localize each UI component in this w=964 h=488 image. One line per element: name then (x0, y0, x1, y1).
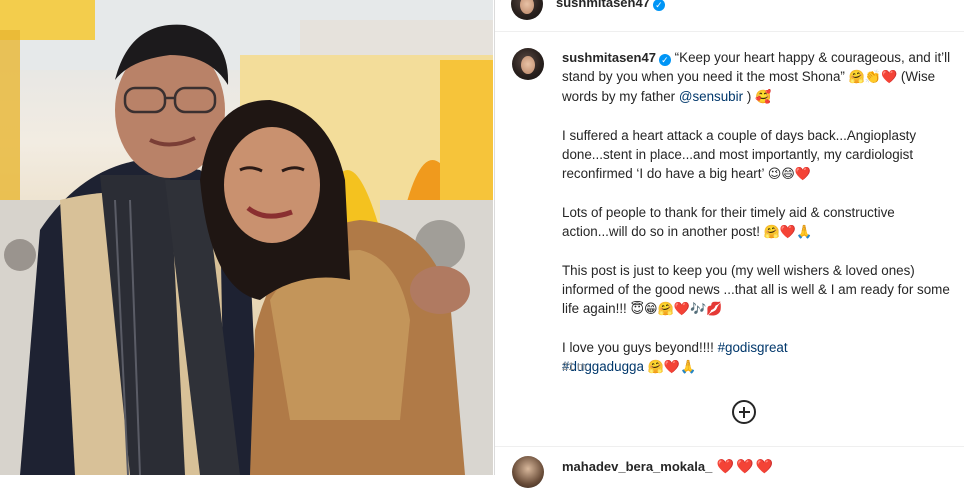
post-timestamp[interactable]: 21 m (562, 361, 586, 373)
verified-badge-icon: ✓ (658, 54, 671, 66)
comment-text: ❤️❤️❤️ (716, 459, 776, 475)
attribution-emoji: 🥰 (755, 90, 772, 105)
caption-avatar[interactable] (512, 48, 544, 80)
caption-paragraph-2: I suffered a heart attack a couple of da… (562, 128, 917, 181)
comment-username[interactable]: mahadev_bera_mokala_ (562, 459, 712, 474)
header-username[interactable]: sushmitasen47 (556, 0, 650, 10)
comment-body: mahadev_bera_mokala_ ❤️❤️❤️ (562, 458, 775, 476)
paragraph-5-emojis: 🤗❤️🙏 (647, 360, 697, 375)
caption-username[interactable]: sushmitasen47 (562, 50, 656, 65)
paragraph-3-emojis: 🤗❤️🙏 (763, 225, 813, 240)
header-username-row: sushmitasen47 ✓ (556, 0, 665, 12)
caption-paragraph-3: Lots of people to thank for their timely… (562, 205, 895, 239)
author-avatar[interactable] (511, 0, 543, 20)
paragraph-2-emojis: 😉😄❤️ (767, 167, 811, 182)
quote-emojis: 🤗👏❤️ (848, 70, 898, 85)
hashtag-godisgreat[interactable]: #godisgreat (718, 340, 788, 355)
verified-badge-icon: ✓ (652, 0, 665, 11)
caption-paragraph-5: I love you guys beyond!!!! (562, 340, 714, 355)
post-photo[interactable] (0, 0, 493, 475)
photo-illustration (0, 0, 493, 475)
commenter-avatar[interactable] (512, 456, 544, 488)
mention-link[interactable]: @sensubir (679, 89, 743, 104)
post-details-panel: sushmitasen47 ✓ sushmitasen47 ✓ “Keep your… (494, 0, 964, 488)
plus-circle-icon[interactable] (732, 400, 756, 424)
comment-item: mahadev_bera_mokala_ ❤️❤️❤️ (495, 446, 964, 488)
caption-paragraph-4: This post is just to keep you (my well w… (562, 263, 950, 316)
post-header: sushmitasen47 ✓ (495, 0, 964, 32)
attribution-close: ) (746, 89, 752, 104)
post-caption: sushmitasen47 ✓ “Keep your heart happy & … (562, 48, 957, 377)
paragraph-4-emojis: 😇😁🤗❤️🎶💋 (630, 302, 723, 317)
